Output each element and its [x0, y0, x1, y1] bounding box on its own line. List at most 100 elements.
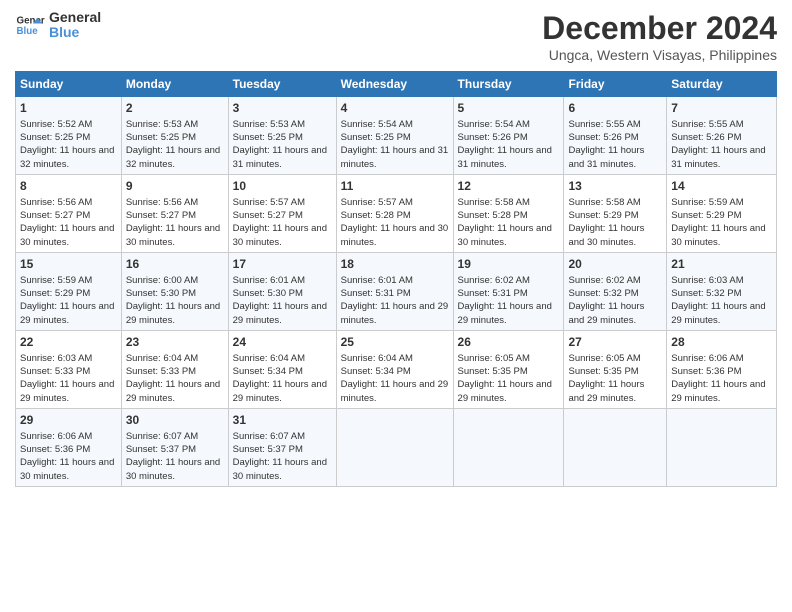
day-number: 18: [341, 256, 449, 273]
daylight-text: Daylight: 11 hours and 29 minutes.: [458, 300, 560, 327]
cell-week2-day5: 13Sunrise: 5:58 AMSunset: 5:29 PMDayligh…: [564, 174, 667, 252]
sunset-text: Sunset: 5:36 PM: [671, 365, 772, 378]
sunrise-text: Sunrise: 6:05 AM: [568, 352, 662, 365]
logo-icon: General Blue: [15, 10, 45, 40]
cell-week4-day4: 26Sunrise: 6:05 AMSunset: 5:35 PMDayligh…: [453, 330, 564, 408]
sunrise-text: Sunrise: 5:55 AM: [568, 118, 662, 131]
daylight-text: Daylight: 11 hours and 32 minutes.: [126, 144, 224, 171]
daylight-text: Daylight: 11 hours and 30 minutes.: [671, 222, 772, 249]
col-friday: Friday: [564, 72, 667, 97]
cell-week5-day5: [564, 408, 667, 486]
day-number: 16: [126, 256, 224, 273]
daylight-text: Daylight: 11 hours and 31 minutes.: [341, 144, 449, 171]
daylight-text: Daylight: 11 hours and 29 minutes.: [671, 300, 772, 327]
sunrise-text: Sunrise: 6:02 AM: [458, 274, 560, 287]
cell-week2-day0: 8Sunrise: 5:56 AMSunset: 5:27 PMDaylight…: [16, 174, 122, 252]
sunrise-text: Sunrise: 5:58 AM: [568, 196, 662, 209]
cell-week2-day3: 11Sunrise: 5:57 AMSunset: 5:28 PMDayligh…: [336, 174, 453, 252]
cell-week4-day2: 24Sunrise: 6:04 AMSunset: 5:34 PMDayligh…: [228, 330, 336, 408]
sunset-text: Sunset: 5:25 PM: [20, 131, 117, 144]
week-row-3: 15Sunrise: 5:59 AMSunset: 5:29 PMDayligh…: [16, 252, 777, 330]
day-number: 13: [568, 178, 662, 195]
logo: General Blue General Blue: [15, 10, 101, 41]
subtitle: Ungca, Western Visayas, Philippines: [542, 47, 777, 63]
cell-week1-day4: 5Sunrise: 5:54 AMSunset: 5:26 PMDaylight…: [453, 97, 564, 175]
day-number: 30: [126, 412, 224, 429]
daylight-text: Daylight: 11 hours and 29 minutes.: [233, 378, 332, 405]
day-number: 23: [126, 334, 224, 351]
cell-week5-day6: [667, 408, 777, 486]
cell-week5-day3: [336, 408, 453, 486]
daylight-text: Daylight: 11 hours and 30 minutes.: [233, 222, 332, 249]
cell-week1-day2: 3Sunrise: 5:53 AMSunset: 5:25 PMDaylight…: [228, 97, 336, 175]
daylight-text: Daylight: 11 hours and 30 minutes.: [233, 456, 332, 483]
daylight-text: Daylight: 11 hours and 30 minutes.: [20, 456, 117, 483]
daylight-text: Daylight: 11 hours and 30 minutes.: [126, 222, 224, 249]
sunset-text: Sunset: 5:29 PM: [20, 287, 117, 300]
daylight-text: Daylight: 11 hours and 29 minutes.: [341, 300, 449, 327]
week-row-2: 8Sunrise: 5:56 AMSunset: 5:27 PMDaylight…: [16, 174, 777, 252]
daylight-text: Daylight: 11 hours and 30 minutes.: [568, 222, 662, 249]
sunset-text: Sunset: 5:31 PM: [341, 287, 449, 300]
sunset-text: Sunset: 5:28 PM: [458, 209, 560, 222]
svg-text:Blue: Blue: [17, 26, 39, 37]
cell-week2-day2: 10Sunrise: 5:57 AMSunset: 5:27 PMDayligh…: [228, 174, 336, 252]
daylight-text: Daylight: 11 hours and 29 minutes.: [126, 378, 224, 405]
sunset-text: Sunset: 5:37 PM: [126, 443, 224, 456]
sunset-text: Sunset: 5:30 PM: [126, 287, 224, 300]
sunrise-text: Sunrise: 6:04 AM: [233, 352, 332, 365]
day-number: 22: [20, 334, 117, 351]
sunrise-text: Sunrise: 6:02 AM: [568, 274, 662, 287]
sunset-text: Sunset: 5:32 PM: [568, 287, 662, 300]
col-sunday: Sunday: [16, 72, 122, 97]
sunrise-text: Sunrise: 5:59 AM: [20, 274, 117, 287]
sunset-text: Sunset: 5:37 PM: [233, 443, 332, 456]
col-monday: Monday: [121, 72, 228, 97]
cell-week4-day6: 28Sunrise: 6:06 AMSunset: 5:36 PMDayligh…: [667, 330, 777, 408]
sunset-text: Sunset: 5:25 PM: [341, 131, 449, 144]
col-tuesday: Tuesday: [228, 72, 336, 97]
week-row-5: 29Sunrise: 6:06 AMSunset: 5:36 PMDayligh…: [16, 408, 777, 486]
header: General Blue General Blue December 2024 …: [15, 10, 777, 63]
daylight-text: Daylight: 11 hours and 31 minutes.: [671, 144, 772, 171]
day-number: 12: [458, 178, 560, 195]
daylight-text: Daylight: 11 hours and 29 minutes.: [20, 378, 117, 405]
daylight-text: Daylight: 11 hours and 30 minutes.: [126, 456, 224, 483]
day-number: 31: [233, 412, 332, 429]
daylight-text: Daylight: 11 hours and 29 minutes.: [341, 378, 449, 405]
sunset-text: Sunset: 5:28 PM: [341, 209, 449, 222]
daylight-text: Daylight: 11 hours and 29 minutes.: [568, 300, 662, 327]
title-block: December 2024 Ungca, Western Visayas, Ph…: [542, 10, 777, 63]
sunset-text: Sunset: 5:29 PM: [671, 209, 772, 222]
day-number: 19: [458, 256, 560, 273]
day-number: 14: [671, 178, 772, 195]
daylight-text: Daylight: 11 hours and 29 minutes.: [458, 378, 560, 405]
cell-week1-day6: 7Sunrise: 5:55 AMSunset: 5:26 PMDaylight…: [667, 97, 777, 175]
cell-week1-day1: 2Sunrise: 5:53 AMSunset: 5:25 PMDaylight…: [121, 97, 228, 175]
cell-week4-day1: 23Sunrise: 6:04 AMSunset: 5:33 PMDayligh…: [121, 330, 228, 408]
sunset-text: Sunset: 5:34 PM: [233, 365, 332, 378]
sunrise-text: Sunrise: 6:05 AM: [458, 352, 560, 365]
cell-week3-day5: 20Sunrise: 6:02 AMSunset: 5:32 PMDayligh…: [564, 252, 667, 330]
day-number: 4: [341, 100, 449, 117]
daylight-text: Daylight: 11 hours and 30 minutes.: [341, 222, 449, 249]
day-number: 21: [671, 256, 772, 273]
daylight-text: Daylight: 11 hours and 32 minutes.: [20, 144, 117, 171]
sunrise-text: Sunrise: 6:06 AM: [20, 430, 117, 443]
sunset-text: Sunset: 5:30 PM: [233, 287, 332, 300]
sunrise-text: Sunrise: 5:59 AM: [671, 196, 772, 209]
cell-week2-day1: 9Sunrise: 5:56 AMSunset: 5:27 PMDaylight…: [121, 174, 228, 252]
daylight-text: Daylight: 11 hours and 29 minutes.: [233, 300, 332, 327]
sunrise-text: Sunrise: 5:53 AM: [126, 118, 224, 131]
day-number: 5: [458, 100, 560, 117]
sunrise-text: Sunrise: 6:04 AM: [126, 352, 224, 365]
cell-week4-day5: 27Sunrise: 6:05 AMSunset: 5:35 PMDayligh…: [564, 330, 667, 408]
sunset-text: Sunset: 5:29 PM: [568, 209, 662, 222]
daylight-text: Daylight: 11 hours and 29 minutes.: [671, 378, 772, 405]
logo-line2: Blue: [49, 25, 101, 40]
col-saturday: Saturday: [667, 72, 777, 97]
cell-week3-day4: 19Sunrise: 6:02 AMSunset: 5:31 PMDayligh…: [453, 252, 564, 330]
day-number: 10: [233, 178, 332, 195]
sunrise-text: Sunrise: 5:58 AM: [458, 196, 560, 209]
page-container: General Blue General Blue December 2024 …: [0, 0, 792, 612]
